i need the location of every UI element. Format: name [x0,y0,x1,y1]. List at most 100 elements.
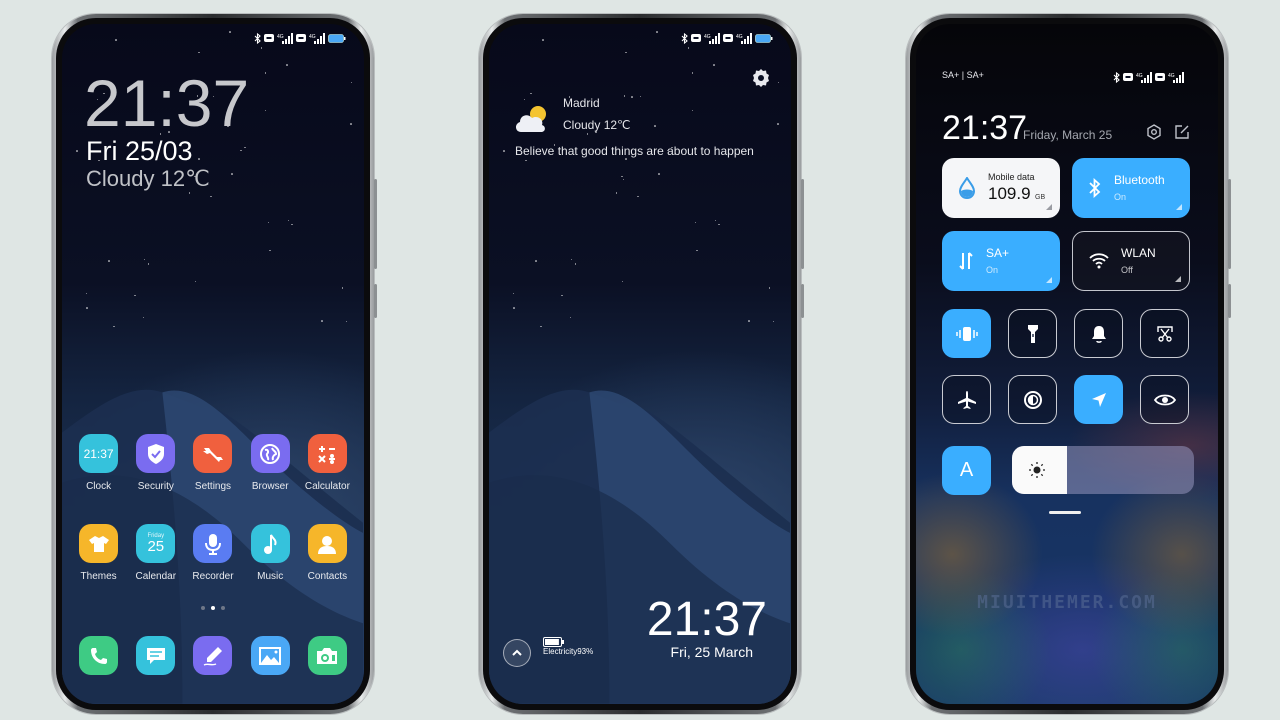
tile-title: SA+ [986,246,1010,261]
eye-icon [1153,394,1176,405]
star [625,51,627,54]
tile-title: WLAN [1121,246,1156,261]
app-browser[interactable]: Browser [242,434,299,492]
app-clock[interactable]: 21:37 Clock [70,434,127,492]
dock-messages[interactable] [127,636,184,675]
hd-icon [264,34,274,42]
camera-icon [307,636,347,675]
dock-camera[interactable] [299,636,356,675]
hd-icon [691,34,701,42]
home-screen-phone: 4G 4G 21:37 Fri 25/03 Cloudy 12℃ 21:37 Cl… [52,14,377,714]
star [231,173,233,175]
tile-expand-corner[interactable] [1176,204,1182,210]
flashlight-toggle[interactable] [1008,309,1057,358]
app-settings[interactable]: Settings [184,434,241,492]
sa-data-tile[interactable]: SA+ On [942,231,1060,291]
auto-brightness-toggle[interactable]: A [942,446,991,495]
volume-button [374,179,377,269]
tile-title: Bluetooth [1114,173,1165,188]
star [574,263,577,265]
volume-button [801,179,804,269]
star [76,150,78,152]
location-arrow-icon [1091,392,1106,407]
reading-mode-toggle[interactable] [1140,375,1189,424]
wlan-tile[interactable]: WLAN Off [1072,231,1190,291]
mobile-data-tile[interactable]: Mobile data 109.9 GB [942,158,1060,218]
page-dot[interactable] [221,606,225,610]
calendar-icon: Friday 25 [136,524,176,563]
app-contacts[interactable]: Contacts [299,524,356,582]
control-center-screen: SA+ | SA+ 4G 4G 21:37 Friday, March 25 Mo… [916,24,1218,704]
app-label: Clock [86,481,112,492]
star [687,47,690,49]
vibrate-toggle[interactable] [942,309,991,358]
svg-text:4G: 4G [1136,73,1143,79]
brightness-slider[interactable] [1012,446,1194,494]
star [542,39,544,41]
star [625,158,627,160]
cc-date[interactable]: Friday, March 25 [1023,128,1112,142]
star [691,72,694,74]
tile-expand-corner[interactable] [1046,277,1052,283]
bluetooth-icon [1113,71,1120,83]
gear-icon[interactable] [751,68,771,93]
power-button [1228,284,1231,318]
star [718,223,720,226]
home-clock[interactable]: 21:37 [84,70,249,136]
dock-gallery[interactable] [242,636,299,675]
star [210,195,212,198]
star [639,95,642,98]
battery-icon [755,33,773,43]
power-button [801,284,804,318]
page-dot-active[interactable] [211,606,215,610]
wrench-icon [193,434,233,473]
settings-hex-icon[interactable] [1146,124,1162,145]
app-music[interactable]: Music [242,524,299,582]
location-toggle[interactable] [1074,375,1123,424]
sound-toggle[interactable] [1074,309,1123,358]
tile-expand-corner[interactable] [1046,204,1052,210]
star [622,178,625,181]
app-calendar[interactable]: Friday 25 Calendar [127,524,184,582]
edit-icon[interactable] [1174,124,1190,145]
flashlight-icon [1027,324,1038,343]
lock-clock: 21:37 [646,593,767,646]
clock-icon: 21:37 [79,434,119,473]
app-security[interactable]: Security [127,434,184,492]
person-icon [307,524,347,563]
dark-mode-toggle[interactable] [1008,375,1057,424]
star [772,320,775,323]
carrier-label: SA+ | SA+ [942,70,984,80]
star [696,249,698,252]
dock-phone[interactable] [70,636,127,675]
bluetooth-tile[interactable]: Bluetooth On [1072,158,1190,218]
app-grid-row-2: Themes Friday 25 Calendar Recorder Music… [70,524,356,582]
dock [70,636,356,675]
phone-bezel: SA+ | SA+ 4G 4G 21:37 Friday, March 25 Mo… [910,18,1224,710]
airplane-mode-toggle[interactable] [942,375,991,424]
svg-text:4G: 4G [704,34,711,40]
contrast-icon [1023,390,1042,409]
lock-date: Fri, 25 March [670,644,753,660]
app-label: Calculator [304,481,350,492]
data-transfer-icon [959,252,973,270]
app-label: Themes [80,571,117,582]
calendar-icon-date: 25 [147,538,165,555]
page-indicator[interactable] [62,606,364,610]
unlock-button[interactable] [503,639,531,667]
app-calculator[interactable]: Calculator [299,434,356,492]
dock-notes[interactable] [184,636,241,675]
app-themes[interactable]: Themes [70,524,127,582]
app-recorder[interactable]: Recorder [184,524,241,582]
app-label: Calendar [135,571,177,582]
star [86,307,88,309]
home-weather[interactable]: Cloudy 12℃ [86,168,210,190]
drag-handle[interactable] [1049,511,1081,514]
page-dot[interactable] [201,606,205,610]
cc-clock[interactable]: 21:37 [942,111,1027,145]
home-screen: 4G 4G 21:37 Fri 25/03 Cloudy 12℃ 21:37 Cl… [62,24,364,704]
app-label: Music [257,571,284,582]
tile-expand-corner[interactable] [1175,276,1181,282]
screenshot-toggle[interactable] [1140,309,1189,358]
shield-check-icon [136,434,176,473]
